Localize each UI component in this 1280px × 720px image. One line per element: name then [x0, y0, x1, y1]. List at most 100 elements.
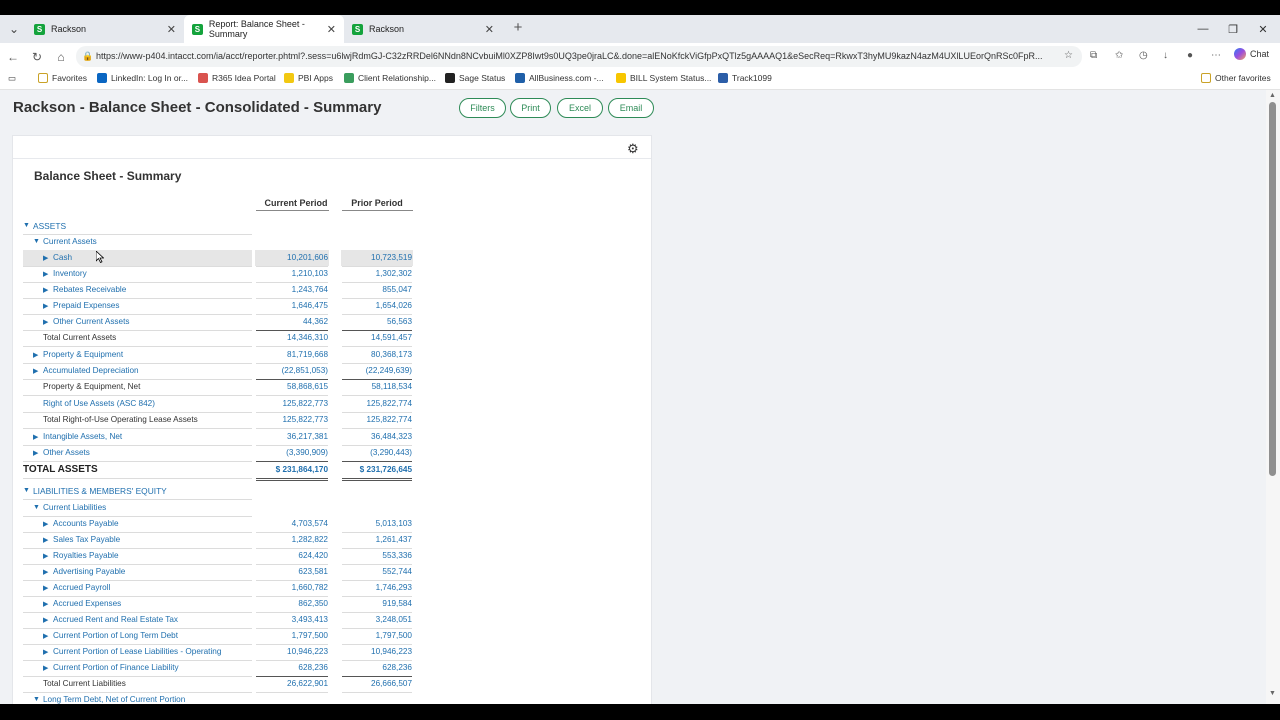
current-period-value[interactable]: 125,822,773 [256, 399, 328, 408]
report-row[interactable]: ▶ Prepaid Expenses 1,646,475 1,654,026 [23, 298, 413, 314]
profile-avatar-icon[interactable]: ● [1187, 50, 1193, 61]
prior-period-value[interactable]: 58,118,534 [342, 382, 412, 391]
report-row[interactable]: ▶ Accumulated Depreciation (22,851,053) (22… [23, 363, 413, 379]
download-icon[interactable]: ↓ [1163, 50, 1168, 61]
expand-triangle-icon[interactable]: ▶ [43, 270, 48, 278]
expand-triangle-icon[interactable]: ▶ [43, 318, 48, 326]
favorites-toggle-icon[interactable]: ▭ [8, 73, 16, 84]
gear-icon[interactable]: ⚙ [627, 141, 639, 157]
report-row[interactable]: ▶ Property & Equipment 81,719,668 80,368,17… [23, 347, 413, 363]
report-row[interactable]: ▼ Current Liabilities [23, 500, 413, 516]
row-label[interactable]: Current Liabilities [43, 503, 106, 512]
report-row[interactable]: ▼ Long Term Debt, Net of Current Portion [23, 692, 413, 704]
current-period-value[interactable]: 81,719,668 [256, 350, 328, 359]
new-tab-plus-icon[interactable]: + [510, 20, 526, 36]
minimize-icon[interactable]: — [1188, 15, 1218, 43]
filters-button[interactable]: Filters [459, 98, 506, 118]
favorite-item[interactable]: Client Relationship... [344, 73, 436, 83]
prior-period-value[interactable]: 628,236 [342, 663, 412, 672]
expand-triangle-icon[interactable]: ▶ [43, 286, 48, 294]
tab-rackson-2[interactable]: S Rackson ✕ [344, 15, 502, 43]
prior-period-value[interactable]: 1,797,500 [342, 631, 412, 640]
row-label[interactable]: Accrued Expenses [53, 599, 121, 608]
prior-period-value[interactable]: (22,249,639) [342, 366, 412, 375]
more-menu-icon[interactable]: ⋯ [1211, 50, 1221, 61]
collapse-triangle-icon[interactable]: ▼ [23, 487, 30, 494]
favorite-item[interactable]: BILL System Status... [616, 73, 711, 83]
extensions-icon[interactable]: ⧉ [1090, 50, 1097, 61]
prior-period-value[interactable]: 1,654,026 [342, 301, 412, 310]
row-label[interactable]: Property & Equipment [43, 350, 123, 359]
report-row[interactable]: ▶ Intangible Assets, Net 36,217,381 36,484,… [23, 429, 413, 445]
back-arrow-icon[interactable]: ← [5, 49, 21, 65]
current-period-value[interactable]: 125,822,773 [256, 415, 328, 424]
favorite-item[interactable]: PBI Apps [284, 73, 333, 83]
report-row[interactable]: ▶ Current Portion of Lease Liabilities - … [23, 644, 413, 660]
row-label[interactable]: Rebates Receivable [53, 285, 126, 294]
collapse-triangle-icon[interactable]: ▼ [33, 238, 40, 245]
prior-period-value[interactable]: 552,744 [342, 567, 412, 576]
row-label[interactable]: Inventory [53, 269, 87, 278]
current-period-value[interactable]: $ 231,864,170 [256, 465, 328, 474]
expand-triangle-icon[interactable]: ▶ [43, 254, 48, 262]
expand-triangle-icon[interactable]: ▶ [43, 302, 48, 310]
current-period-value[interactable]: 26,622,901 [256, 679, 328, 688]
chat-button[interactable]: Chat [1234, 48, 1269, 60]
current-period-value[interactable]: 4,703,574 [256, 519, 328, 528]
report-row[interactable]: ▼ ASSETS [23, 218, 413, 234]
prior-period-value[interactable]: 553,336 [342, 551, 412, 560]
row-label[interactable]: Cash [53, 253, 72, 262]
close-window-icon[interactable]: ✕ [1248, 15, 1278, 43]
current-period-value[interactable]: 3,493,413 [256, 615, 328, 624]
current-period-value[interactable]: 44,362 [256, 317, 328, 326]
close-tab-icon[interactable]: ✕ [327, 23, 336, 36]
prior-period-value[interactable]: 1,261,437 [342, 535, 412, 544]
expand-triangle-icon[interactable]: ▶ [33, 367, 38, 375]
excel-button[interactable]: Excel [557, 98, 603, 118]
expand-triangle-icon[interactable]: ▶ [33, 433, 38, 441]
current-period-value[interactable]: 628,236 [256, 663, 328, 672]
prior-period-value[interactable]: 3,248,051 [342, 615, 412, 624]
row-label[interactable]: Long Term Debt, Net of Current Portion [43, 695, 185, 704]
report-row[interactable]: ▶ Rebates Receivable 1,243,764 855,047 [23, 282, 413, 298]
row-label[interactable]: Accounts Payable [53, 519, 119, 528]
tab-report[interactable]: S Report: Balance Sheet - Summary ✕ [184, 15, 344, 43]
tab-list-chevron-icon[interactable]: ⌄ [6, 21, 22, 37]
row-label[interactable]: Other Assets [43, 448, 90, 457]
expand-triangle-icon[interactable]: ▶ [33, 351, 38, 359]
prior-period-value[interactable]: 855,047 [342, 285, 412, 294]
prior-period-value[interactable]: 125,822,774 [342, 415, 412, 424]
row-label[interactable]: Prepaid Expenses [53, 301, 119, 310]
expand-triangle-icon[interactable]: ▶ [43, 536, 48, 544]
report-row[interactable]: ▶ Current Portion of Long Term Debt 1,797,… [23, 628, 413, 644]
current-period-value[interactable]: 623,581 [256, 567, 328, 576]
current-period-value[interactable]: 14,346,310 [256, 333, 328, 342]
row-label[interactable]: Other Current Assets [53, 317, 129, 326]
report-row[interactable]: Right of Use Assets (ASC 842) 125,822,773… [23, 396, 413, 412]
row-label[interactable]: Current Portion of Lease Liabilities - O… [53, 647, 221, 656]
report-row[interactable]: ▶ Accrued Payroll 1,660,782 1,746,293 [23, 580, 413, 596]
close-tab-icon[interactable]: ✕ [167, 23, 176, 36]
current-period-value[interactable]: (22,851,053) [256, 366, 328, 375]
report-row[interactable]: ▶ Accounts Payable 4,703,574 5,013,103 [23, 516, 413, 532]
tab-rackson-1[interactable]: S Rackson ✕ [26, 15, 184, 43]
prior-period-value[interactable]: 10,946,223 [342, 647, 412, 656]
collapse-triangle-icon[interactable]: ▼ [23, 222, 30, 229]
row-label[interactable]: Current Assets [43, 237, 97, 246]
prior-period-value[interactable]: 80,368,173 [342, 350, 412, 359]
row-label[interactable]: Royalties Payable [53, 551, 119, 560]
report-row[interactable]: ▶ Royalties Payable 624,420 553,336 [23, 548, 413, 564]
row-label[interactable]: Advertising Payable [53, 567, 125, 576]
prior-period-value[interactable]: 14,591,457 [342, 333, 412, 342]
expand-triangle-icon[interactable]: ▶ [43, 552, 48, 560]
current-period-value[interactable]: 1,282,822 [256, 535, 328, 544]
prior-period-value[interactable]: 10,723,519 [342, 253, 412, 262]
favorite-item[interactable]: AllBusiness.com -... [515, 73, 604, 83]
current-period-value[interactable]: 10,946,223 [256, 647, 328, 656]
report-row[interactable]: ▶ Inventory 1,210,103 1,302,302 [23, 266, 413, 282]
favorite-item[interactable]: Track1099 [718, 73, 772, 83]
expand-triangle-icon[interactable]: ▶ [43, 664, 48, 672]
favorites-icon[interactable]: ✩ [1115, 50, 1123, 61]
report-row[interactable]: ▶ Cash 10,201,606 10,723,519 [23, 250, 413, 266]
prior-period-value[interactable]: 1,302,302 [342, 269, 412, 278]
